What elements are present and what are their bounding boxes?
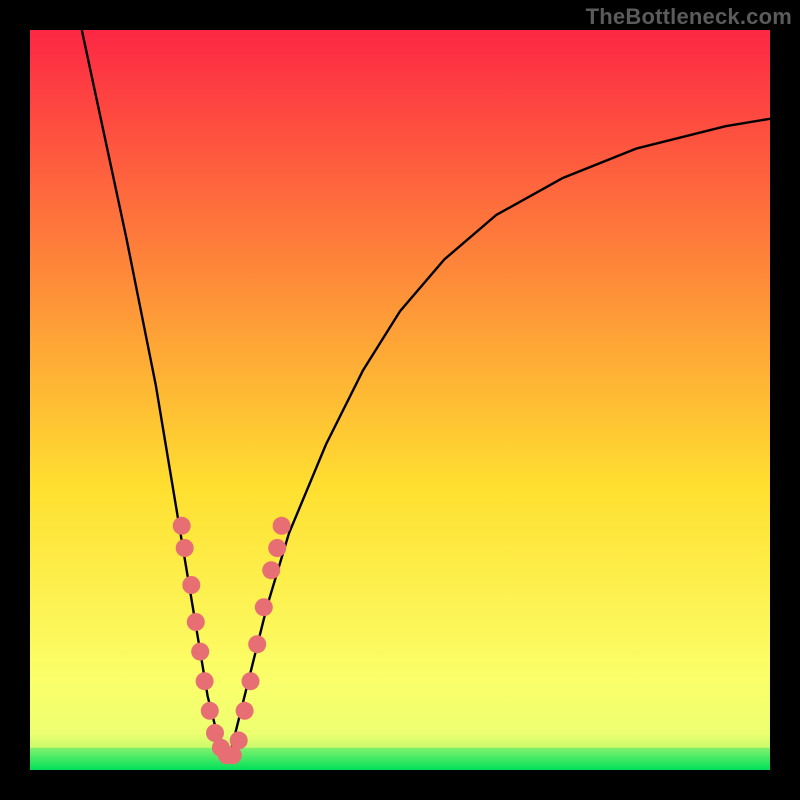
marker-dot	[255, 598, 273, 616]
marker-dot	[173, 517, 191, 535]
marker-dot	[176, 539, 194, 557]
accent-band	[30, 689, 770, 748]
marker-dot	[196, 672, 214, 690]
marker-dot	[182, 576, 200, 594]
marker-dot	[230, 731, 248, 749]
chart-frame: TheBottleneck.com	[0, 0, 800, 800]
plot-area	[30, 30, 770, 770]
marker-dot	[236, 702, 254, 720]
marker-dot	[242, 672, 260, 690]
marker-dot	[248, 635, 266, 653]
marker-dot	[191, 643, 209, 661]
marker-dot	[273, 517, 291, 535]
marker-dot	[262, 561, 280, 579]
watermark-text: TheBottleneck.com	[586, 4, 792, 30]
marker-dot	[268, 539, 286, 557]
marker-dot	[201, 702, 219, 720]
marker-dot	[187, 613, 205, 631]
gradient-background	[30, 30, 770, 770]
chart-svg	[30, 30, 770, 770]
